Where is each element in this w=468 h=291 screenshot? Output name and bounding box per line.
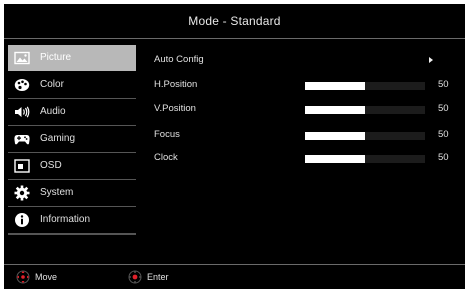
footer-hints: Move Enter (4, 264, 465, 290)
gear-icon (14, 185, 30, 201)
v-position-value: 50 (438, 103, 449, 114)
h-position-value: 50 (438, 79, 449, 90)
h-position-row[interactable]: H.Position 50 (154, 79, 454, 93)
menu-item-color[interactable]: Color (8, 72, 136, 99)
menu-item-audio[interactable]: Audio (8, 99, 136, 126)
auto-config-label: Auto Config (154, 54, 204, 65)
menu-item-label: OSD (40, 160, 62, 171)
menu-item-label: Picture (40, 52, 72, 63)
picture-icon (14, 51, 30, 65)
menu-item-label: System (40, 187, 74, 198)
focus-row[interactable]: Focus 50 (154, 129, 454, 143)
clock-slider[interactable] (305, 155, 425, 163)
clock-value: 50 (438, 152, 449, 163)
h-position-slider[interactable] (305, 82, 425, 90)
h-position-label: H.Position (154, 79, 198, 90)
menu-item-system[interactable]: System (8, 180, 136, 207)
menu-item-gaming[interactable]: Gaming (8, 126, 136, 153)
menu-item-picture[interactable]: Picture (8, 45, 136, 71)
v-position-row[interactable]: V.Position 50 (154, 103, 454, 117)
auto-config-row[interactable]: Auto Config (154, 54, 454, 68)
menu-item-label: Color (40, 79, 64, 90)
divider (8, 234, 136, 235)
clock-label: Clock (154, 152, 178, 163)
page-title: Mode - Standard (188, 14, 281, 28)
osd-panel: Mode - Standard Picture Color Audio Gami… (4, 4, 465, 289)
slider-fill (305, 82, 365, 90)
gamepad-icon (14, 135, 30, 145)
side-menu: Picture Color Audio Gaming OSD System In… (8, 45, 136, 234)
palette-icon (14, 79, 30, 91)
chevron-right-icon (429, 57, 433, 63)
title-bar: Mode - Standard (4, 4, 465, 39)
menu-item-label: Audio (40, 106, 66, 117)
focus-value: 50 (438, 129, 449, 140)
menu-item-information[interactable]: Information (8, 207, 136, 234)
enter-hint-label: Enter (147, 272, 169, 282)
focus-label: Focus (154, 129, 180, 140)
v-position-label: V.Position (154, 103, 196, 114)
slider-fill (305, 155, 365, 163)
clock-row[interactable]: Clock 50 (154, 152, 454, 166)
menu-item-osd[interactable]: OSD (8, 153, 136, 180)
osd-window-icon (14, 159, 30, 173)
joystick-move-icon (16, 270, 30, 284)
slider-fill (305, 132, 365, 140)
info-icon (15, 213, 29, 227)
focus-slider[interactable] (305, 132, 425, 140)
slider-fill (305, 106, 365, 114)
menu-item-label: Gaming (40, 133, 76, 144)
menu-item-label: Information (40, 214, 91, 225)
joystick-enter-icon (128, 270, 142, 284)
v-position-slider[interactable] (305, 106, 425, 114)
move-hint-label: Move (35, 272, 58, 282)
speaker-icon (15, 106, 30, 118)
